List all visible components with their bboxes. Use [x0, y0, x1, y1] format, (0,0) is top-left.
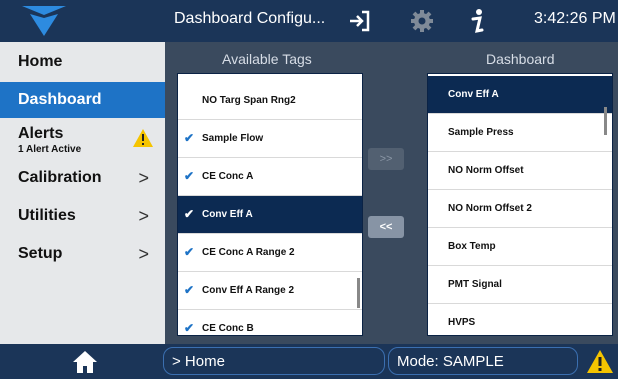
remove-from-dashboard-button[interactable]: <<: [368, 216, 404, 238]
warning-icon: [133, 129, 153, 147]
mode-indicator: Mode: SAMPLE: [388, 347, 578, 375]
warning-icon[interactable]: [586, 349, 614, 374]
list-item[interactable]: Box Temp: [428, 228, 612, 266]
check-icon: ✔: [184, 131, 195, 145]
sidebar-item-label: Setup: [18, 245, 63, 262]
list-item-label: CE Conc A Range 2: [202, 247, 295, 258]
list-item-label: Conv Eff A Range 2: [202, 285, 295, 296]
list-item-label: NO Norm Offset 2: [448, 203, 532, 214]
chevron-right-icon: >: [138, 168, 149, 188]
list-item-label: HVPS: [448, 317, 476, 328]
list-item[interactable]: NO Norm Offset: [428, 152, 612, 190]
sidebar-item-label: Home: [18, 53, 63, 70]
check-icon: ✔: [184, 321, 195, 335]
app-screen: Dashboard Configu... 3:42:26 PM Home Das…: [0, 0, 618, 379]
page-title: Dashboard Configu...: [174, 10, 326, 27]
list-item-label: NO Targ Span Rng2: [202, 95, 296, 106]
check-icon: ✔: [184, 245, 195, 259]
list-item-label: NO Norm Offset: [448, 165, 524, 176]
list-item[interactable]: PMT Signal: [428, 266, 612, 304]
gear-icon[interactable]: [410, 9, 434, 33]
info-icon[interactable]: [465, 6, 489, 36]
sidebar-item-utilities[interactable]: Utilities >: [0, 198, 165, 234]
sidebar-item-label: Calibration: [18, 169, 102, 186]
sidebar-item-home[interactable]: Home: [0, 44, 165, 80]
list-item-label: Conv Eff A: [448, 89, 499, 100]
sidebar-item-label: Utilities: [18, 207, 76, 224]
chevron-right-icon: >: [138, 206, 149, 226]
check-icon: ✔: [184, 169, 195, 183]
available-list-scrollbar[interactable]: [357, 278, 360, 308]
sign-in-icon[interactable]: [347, 9, 371, 33]
list-item[interactable]: ✔ CE Conc A: [178, 158, 362, 196]
breadcrumb: > Home: [163, 347, 385, 375]
list-item[interactable]: ✔ Sample Flow: [178, 120, 362, 158]
breadcrumb-text: > Home: [172, 353, 225, 370]
list-item-label: PMT Signal: [448, 279, 502, 290]
list-item-label: Sample Flow: [202, 133, 264, 144]
check-icon: ✔: [184, 283, 195, 297]
teledyne-logo-icon: [22, 6, 66, 36]
list-item-selected[interactable]: ✔ Conv Eff A: [178, 196, 362, 234]
dashboard-header: Dashboard: [486, 51, 555, 67]
chevron-right-icon: >: [138, 244, 149, 264]
sidebar: Home Dashboard Alerts 1 Alert Active Cal…: [0, 42, 165, 344]
sidebar-item-label: Alerts: [18, 125, 64, 142]
list-item[interactable]: ✔ CE Conc B: [178, 310, 362, 335]
list-item-label: Box Temp: [448, 241, 496, 252]
available-tags-list[interactable]: NO Targ Span Rng2 ✔ Sample Flow ✔ CE Conc …: [177, 73, 363, 336]
sidebar-item-calibration[interactable]: Calibration >: [0, 160, 165, 196]
bottom-bar: > Home Mode: SAMPLE: [0, 344, 618, 379]
sidebar-item-label: Dashboard: [18, 91, 102, 108]
list-item[interactable]: HVPS: [428, 304, 612, 335]
sidebar-item-alerts[interactable]: Alerts 1 Alert Active: [0, 122, 165, 158]
list-item-label: CE Conc B: [202, 323, 254, 334]
home-icon[interactable]: [72, 350, 98, 374]
list-item[interactable]: Sample Press: [428, 114, 612, 152]
alert-count: 1 Alert Active: [18, 144, 82, 155]
top-bar: Dashboard Configu... 3:42:26 PM: [0, 0, 618, 42]
list-item[interactable]: ✔ CE Conc A Range 2: [178, 234, 362, 272]
list-item[interactable]: NO Norm Offset 2: [428, 190, 612, 228]
list-item-label: Conv Eff A: [202, 209, 253, 220]
available-tags-header: Available Tags: [222, 51, 312, 67]
sidebar-item-setup[interactable]: Setup >: [0, 236, 165, 272]
dashboard-list-scrollbar[interactable]: [604, 107, 607, 135]
sidebar-item-dashboard[interactable]: Dashboard: [0, 82, 165, 118]
clock: 3:42:26 PM: [534, 10, 616, 27]
add-to-dashboard-button[interactable]: >>: [368, 148, 404, 170]
dashboard-list[interactable]: Conv Eff A Sample Press NO Norm Offset N…: [427, 73, 613, 336]
list-item[interactable]: ✔ Conv Eff A Range 2: [178, 272, 362, 310]
mode-text: Mode: SAMPLE: [397, 353, 504, 370]
list-item-label: CE Conc A: [202, 171, 254, 182]
check-icon: ✔: [184, 207, 195, 221]
list-item-selected[interactable]: Conv Eff A: [428, 76, 612, 114]
list-item-label: Sample Press: [448, 127, 514, 138]
list-item[interactable]: NO Targ Span Rng2: [178, 82, 362, 120]
